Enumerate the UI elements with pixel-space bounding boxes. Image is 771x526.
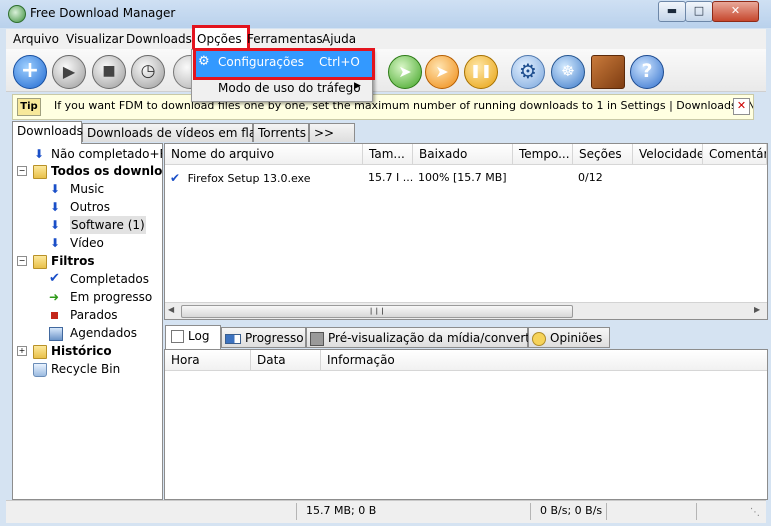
status-bar: 15.7 MB; 0 B 0 B/s; 0 B/s ⋱ (6, 500, 766, 523)
add-download-icon[interactable]: + (13, 55, 47, 89)
progress-arrow-icon: ➜ (49, 290, 60, 304)
fdm-app-icon (8, 5, 26, 23)
tip-close-icon[interactable]: ✕ (733, 98, 750, 115)
tab-progress[interactable]: Progresso (221, 327, 306, 348)
pause-all-icon[interactable]: ❚❚ (464, 55, 498, 89)
settings-gear-icon: ⚙ (198, 54, 210, 69)
menu-ajuda[interactable]: Ajuda (322, 32, 356, 46)
cell-comment (703, 168, 767, 188)
category-tree: ⬇ Não completado+Re − Todos os downloads… (12, 143, 163, 500)
download-arrow-icon: ⬇ (49, 200, 61, 214)
minimize-button[interactable]: ▬ (658, 1, 686, 22)
folder-icon (33, 165, 47, 179)
tab-more[interactable]: >> (309, 123, 355, 142)
folder-icon (33, 255, 47, 269)
menu-item-settings[interactable]: Configurações (218, 55, 304, 69)
collapse-toggle[interactable]: − (17, 166, 27, 176)
download-arrow-icon: ⬇ (33, 147, 45, 161)
recycle-bin-icon (33, 363, 47, 377)
camera-icon (310, 331, 324, 346)
settings-gear-icon[interactable]: ⚙ (511, 55, 545, 89)
checkmark-icon: ✔ (49, 271, 60, 286)
downloads-list: Nome do arquivo Tam... Baixado Tempo... … (164, 143, 768, 320)
window-title: Free Download Manager (30, 6, 176, 20)
tab-torrents[interactable]: Torrents (253, 123, 309, 142)
stop-square-icon (51, 312, 58, 319)
cell-time (513, 168, 573, 188)
tab-opinions[interactable]: Opiniões (528, 327, 610, 348)
log-icon (171, 330, 184, 343)
resize-grip-icon[interactable]: ⋱ (750, 507, 760, 518)
menu-downloads[interactable]: Downloads (126, 32, 192, 46)
submenu-arrow-icon: ▶ (354, 81, 361, 91)
stop-icon[interactable]: ■ (92, 55, 126, 89)
list-horizontal-scrollbar[interactable]: ◀ ❘❘❘ ▶ (165, 302, 767, 319)
tab-log[interactable]: Log (165, 325, 221, 350)
books-icon[interactable] (591, 55, 625, 89)
menu-arquivo[interactable]: Arquivo (13, 32, 59, 46)
download-arrow-icon: ⬇ (49, 182, 61, 196)
status-separator (296, 503, 297, 520)
scheduler-clock-icon[interactable]: ◷ (131, 55, 165, 89)
status-separator (606, 503, 607, 520)
status-size: 15.7 MB; 0 B (306, 504, 377, 517)
scroll-left-icon[interactable]: ◀ (168, 305, 174, 314)
tab-media-preview[interactable]: Pré-visualização da mídia/converter (306, 327, 542, 348)
menu-visualizar[interactable]: Visualizar (66, 32, 124, 46)
column-header-speed[interactable]: Velocidade (633, 144, 703, 165)
menu-ferramentas[interactable]: Ferramentas (247, 32, 323, 46)
checkmark-icon: ✔ (170, 171, 181, 185)
start-icon[interactable]: ▶ (52, 55, 86, 89)
column-header-downloaded[interactable]: Baixado (413, 144, 513, 165)
site-manager-globe-icon[interactable]: ☸ (551, 55, 585, 89)
column-header-time[interactable]: Hora (165, 350, 251, 371)
maximize-button[interactable]: □ (685, 1, 713, 22)
cell-speed (633, 168, 703, 188)
menu-item-settings-shortcut: Ctrl+O (319, 55, 360, 69)
column-header-comment[interactable]: Comentár (703, 144, 767, 165)
status-separator (530, 503, 531, 520)
status-speed: 0 B/s; 0 B/s (540, 504, 603, 517)
column-header-filename[interactable]: Nome do arquivo (165, 144, 363, 165)
tip-bar: Tip If you want FDM to download files on… (12, 94, 754, 120)
menu-opcoes[interactable]: Opções (197, 32, 242, 46)
folder-icon (33, 345, 47, 359)
download-arrow-icon: ⬇ (49, 236, 61, 250)
tab-flash-videos[interactable]: Downloads de vídeos em flash (82, 123, 270, 142)
log-panel: Hora Data Informação (164, 349, 768, 500)
column-header-information[interactable]: Informação (321, 350, 767, 371)
menu-item-traffic-mode[interactable]: Modo de uso do tráfego (218, 81, 361, 95)
close-button[interactable]: ✕ (712, 1, 759, 22)
tab-downloads[interactable]: Downloads (12, 121, 83, 144)
download-arrow-green-icon[interactable]: ➤ (388, 55, 422, 89)
tip-text: If you want FDM to download files one by… (54, 99, 753, 112)
expand-toggle[interactable]: + (17, 346, 27, 356)
calendar-icon (49, 327, 63, 341)
column-header-date[interactable]: Data (251, 350, 321, 371)
status-separator (696, 503, 697, 520)
column-header-sections[interactable]: Seções (573, 144, 633, 165)
progress-bar-icon (225, 333, 241, 344)
collapse-toggle[interactable]: − (17, 256, 27, 266)
download-arrow-orange-icon[interactable]: ➤ (425, 55, 459, 89)
column-header-size[interactable]: Tam... (363, 144, 413, 165)
table-row[interactable]: ✔ Firefox Setup 13.0.exe (165, 168, 363, 188)
cell-downloaded: 100% [15.7 MB] (418, 171, 507, 184)
help-icon[interactable]: ? (630, 55, 664, 89)
download-arrow-icon: ⬇ (49, 218, 61, 232)
cell-size: 15.7 I ... (368, 171, 413, 184)
tip-badge: Tip (17, 98, 41, 116)
scroll-right-icon[interactable]: ▶ (754, 305, 760, 314)
scrollbar-thumb[interactable]: ❘❘❘ (181, 305, 573, 318)
column-header-time[interactable]: Tempo... (513, 144, 573, 165)
cell-sections: 0/12 (578, 171, 603, 184)
opinions-smiley-icon (532, 331, 546, 346)
